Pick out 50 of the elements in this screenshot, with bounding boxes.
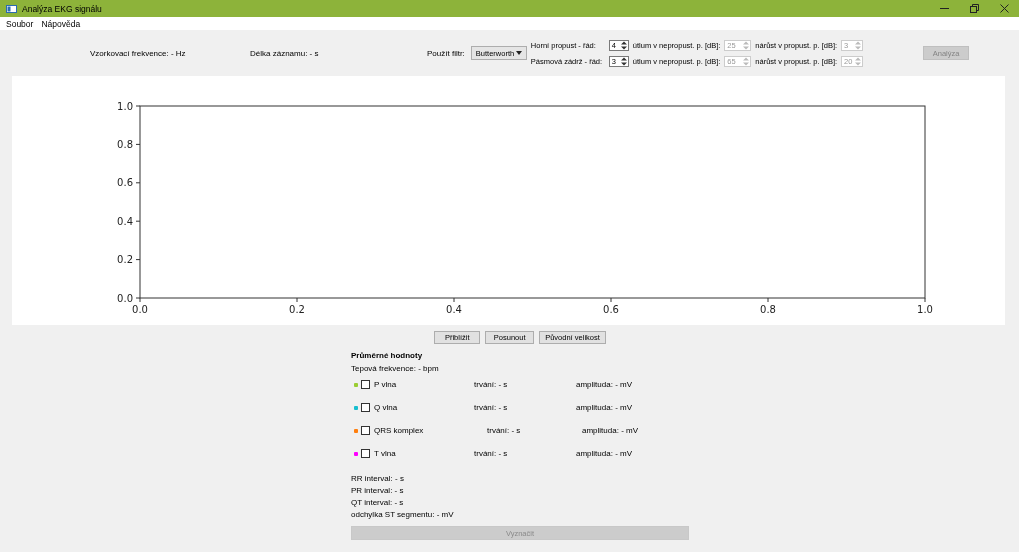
duration-label: trvání: - s	[474, 403, 509, 412]
interval-label: odchylka ST segmentu: - mV	[351, 510, 455, 519]
wave-label: QRS komplex	[374, 426, 425, 435]
interval-label: RR interval: - s	[351, 474, 405, 483]
wave-label: Q vlna	[374, 403, 399, 412]
checkbox[interactable]	[361, 449, 370, 458]
window-title: Analýza EKG signálu	[22, 3, 103, 14]
dropdown-arrow-icon	[515, 51, 522, 55]
tick-label: 1.0	[117, 100, 133, 112]
tick-label: 1.0	[917, 304, 933, 315]
interval-label: QT interval: - s	[351, 498, 405, 507]
amplitude-label: amplituda: - mV	[582, 426, 639, 435]
tick-label: 0.4	[117, 215, 133, 227]
spin-arrows-icon	[620, 40, 627, 50]
duration-label: trvání: - s	[474, 380, 509, 389]
spin-arrows-icon	[855, 56, 862, 66]
spin-arrows-icon	[743, 40, 750, 50]
restore-icon	[969, 4, 979, 13]
checkbox[interactable]	[361, 380, 370, 389]
wave-label: T vlna	[374, 449, 397, 458]
section-title: Průměrné hodnoty	[351, 351, 424, 360]
checkbox[interactable]	[361, 426, 370, 435]
tick-label: 0.6	[117, 177, 133, 189]
filter-label: Použít filtr:	[427, 48, 465, 58]
menu-item[interactable]: Soubor	[6, 18, 34, 29]
tick-label: 0.8	[760, 304, 776, 315]
duration-label: trvání: - s	[474, 449, 509, 458]
tick-label: 0.2	[117, 254, 133, 266]
sampling-rate-label: Vzorkovací frekvence: - Hz	[90, 48, 187, 58]
amplitude-label: amplituda: - mV	[576, 403, 633, 412]
amplitude-label: amplituda: - mV	[576, 380, 633, 389]
spin-arrows-icon	[855, 40, 862, 50]
app-icon	[6, 4, 17, 13]
close-icon	[999, 4, 1009, 13]
tick-label: 0.0	[132, 304, 148, 315]
spin-arrows-icon	[743, 56, 750, 66]
spin-arrows-icon	[620, 56, 627, 66]
duration-label: trvání: - s	[487, 426, 522, 435]
tick-label: 0.6	[603, 304, 619, 315]
tick-label: 0.0	[117, 292, 133, 304]
tick-label: 0.4	[446, 304, 462, 315]
interval-label: PR interval: - s	[351, 486, 405, 495]
tick-label: 0.2	[289, 304, 305, 315]
tick-label: 0.8	[117, 138, 133, 150]
menu-item[interactable]: Nápověda	[41, 18, 81, 29]
checkbox[interactable]	[361, 403, 370, 412]
wave-label: P vlna	[374, 380, 398, 389]
amplitude-label: amplituda: - mV	[576, 449, 633, 458]
heart-rate-label: Tepová frekvence: - bpm	[351, 364, 440, 373]
record-length-label: Délka záznamu: - s	[250, 48, 320, 58]
